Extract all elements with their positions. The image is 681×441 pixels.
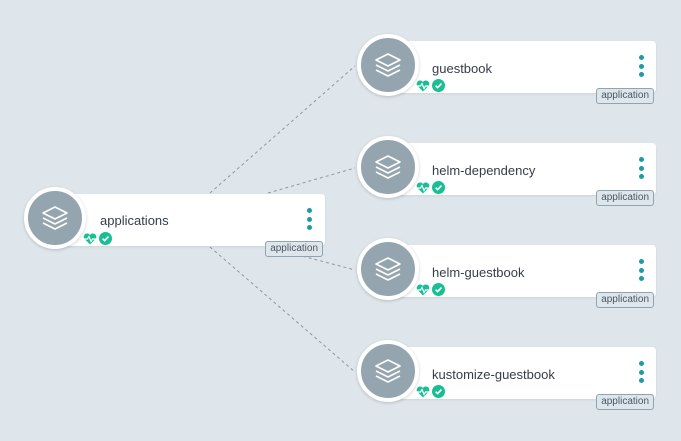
edge-applications-helm-dependency xyxy=(267,167,356,194)
node-status xyxy=(416,79,445,92)
node-title: kustomize-guestbook xyxy=(432,367,555,382)
node-menu-button[interactable] xyxy=(637,259,645,281)
node-title: helm-guestbook xyxy=(432,265,525,280)
check-circle-icon xyxy=(99,232,112,245)
node-kind-badge: application xyxy=(596,190,654,206)
layers-icon xyxy=(24,187,86,249)
node-menu-button[interactable] xyxy=(637,361,645,383)
node-status xyxy=(416,181,445,194)
layers-icon xyxy=(357,238,419,300)
node-helm-guestbook[interactable]: helm-guestbook application xyxy=(357,238,656,308)
layers-icon xyxy=(357,136,419,198)
node-menu-button[interactable] xyxy=(637,55,645,77)
node-kind-badge: application xyxy=(596,88,654,104)
node-applications[interactable]: applications application xyxy=(24,187,325,257)
edge-applications-guestbook xyxy=(209,65,356,194)
node-title: applications xyxy=(100,213,169,228)
heart-health-icon xyxy=(416,385,430,397)
node-guestbook[interactable]: guestbook application xyxy=(357,34,656,104)
check-circle-icon xyxy=(432,283,445,296)
node-status xyxy=(416,283,445,296)
check-circle-icon xyxy=(432,79,445,92)
heart-health-icon xyxy=(416,79,430,91)
layers-icon xyxy=(357,340,419,402)
node-menu-button[interactable] xyxy=(305,208,313,230)
check-circle-icon xyxy=(432,181,445,194)
node-helm-dependency[interactable]: helm-dependency application xyxy=(357,136,656,206)
heart-health-icon xyxy=(83,232,97,244)
edge-applications-kustomize-guestbook xyxy=(209,246,356,373)
node-title: guestbook xyxy=(432,61,492,76)
node-status xyxy=(83,232,112,245)
node-status xyxy=(416,385,445,398)
node-kind-badge: application xyxy=(596,394,654,410)
node-kind-badge: application xyxy=(596,292,654,308)
heart-health-icon xyxy=(416,283,430,295)
node-title: helm-dependency xyxy=(432,163,536,178)
layers-icon xyxy=(357,34,419,96)
node-menu-button[interactable] xyxy=(637,157,645,179)
node-kustomize-guestbook[interactable]: kustomize-guestbook application xyxy=(357,340,656,410)
heart-health-icon xyxy=(416,181,430,193)
check-circle-icon xyxy=(432,385,445,398)
node-kind-badge: application xyxy=(265,241,323,257)
